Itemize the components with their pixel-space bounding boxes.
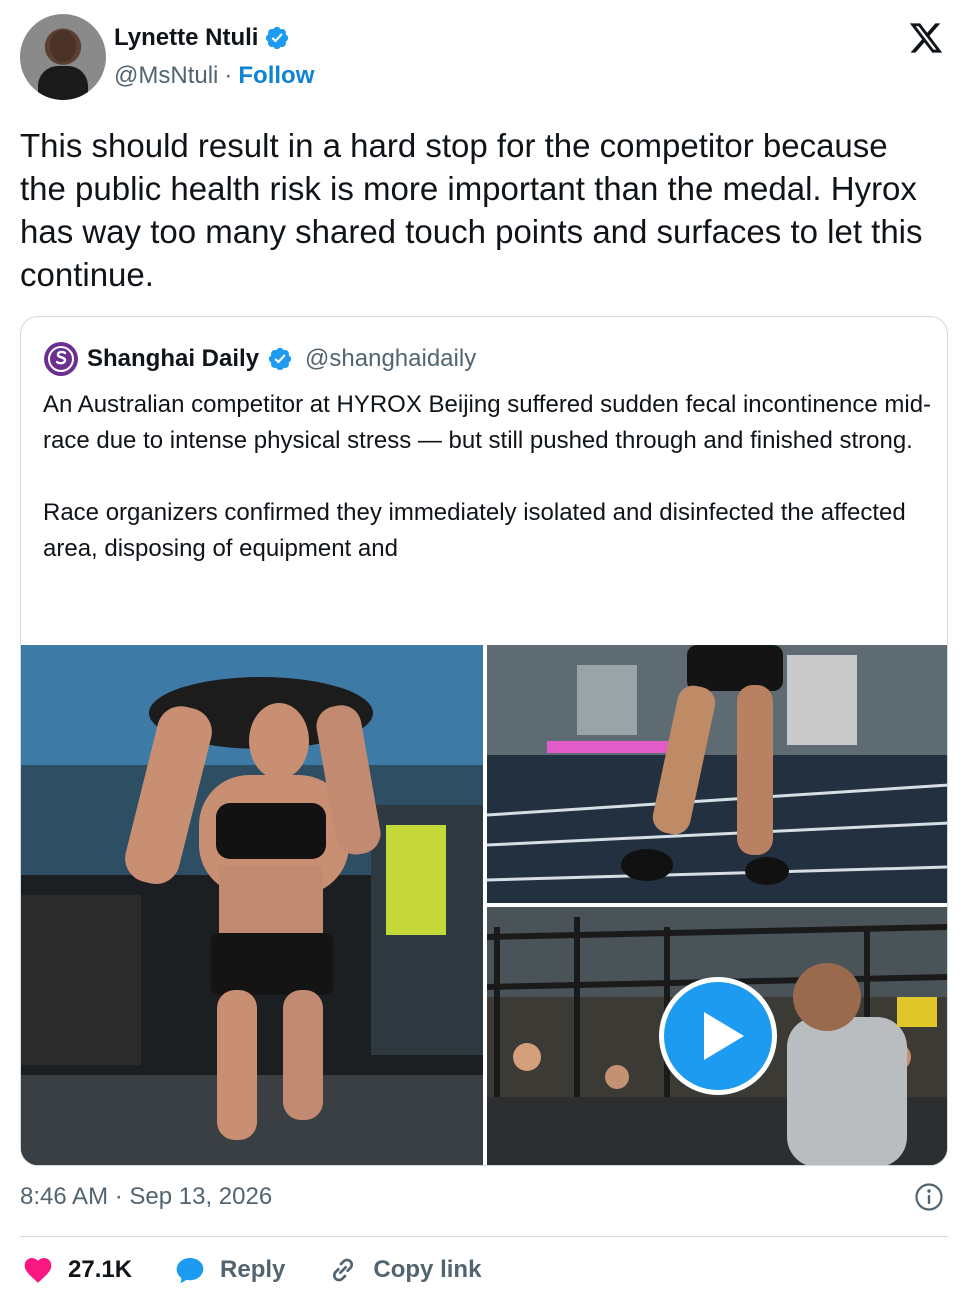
reply-bubble-icon <box>176 1258 204 1284</box>
media-video-hall[interactable] <box>487 907 947 1165</box>
media-photo-track[interactable] <box>487 645 947 903</box>
copy-link-label: Copy link <box>373 1256 482 1283</box>
quoted-display-name[interactable]: Shanghai Daily <box>87 345 259 373</box>
quoted-tweet-card[interactable]: Shanghai Daily @shanghaidaily An Austral… <box>20 316 948 1166</box>
author-avatar[interactable] <box>20 14 106 100</box>
heart-icon <box>24 1258 52 1283</box>
info-icon[interactable] <box>914 1182 944 1212</box>
author-handle-row: @MsNtuli · Follow <box>114 62 314 90</box>
athlete-illustration <box>21 645 483 1165</box>
copy-link-button[interactable]: Copy link <box>327 1254 481 1286</box>
avatar-torso <box>38 66 88 100</box>
shanghai-daily-logo-icon[interactable] <box>43 341 79 377</box>
reply-button[interactable]: Reply <box>174 1254 285 1286</box>
reply-label: Reply <box>220 1256 286 1283</box>
timestamp-row: 8:46 AM · Sep 13, 2026 <box>20 1182 952 1212</box>
author-name-row: Lynette Ntuli <box>114 24 290 52</box>
follow-button[interactable]: Follow <box>238 62 314 90</box>
separator-dot: · <box>224 62 233 89</box>
verified-badge-icon <box>266 26 289 50</box>
link-icon <box>333 1258 354 1282</box>
tweet-text: This should result in a hard stop for th… <box>20 127 923 293</box>
action-bar: 27.1K Reply Copy link <box>22 1254 523 1286</box>
author-display-name[interactable]: Lynette Ntuli <box>114 24 258 52</box>
quoted-handle[interactable]: @shanghaidaily <box>305 345 476 373</box>
tweet-timestamp[interactable]: 8:46 AM · Sep 13, 2026 <box>20 1183 272 1211</box>
avatar-head <box>50 30 76 62</box>
like-button[interactable]: 27.1K <box>22 1254 132 1286</box>
x-logo-icon[interactable] <box>908 20 944 56</box>
tweet-header: Lynette Ntuli @MsNtuli · Follow <box>20 14 952 104</box>
track-illustration <box>487 645 947 903</box>
divider <box>20 1236 948 1237</box>
author-handle[interactable]: @MsNtuli <box>114 62 218 90</box>
media-photo-athlete[interactable] <box>21 645 483 1165</box>
quoted-text: An Australian competitor at HYROX Beijin… <box>43 391 932 562</box>
quoted-verified-badge-icon <box>268 347 292 371</box>
like-count: 27.1K <box>68 1256 133 1283</box>
quoted-header: Shanghai Daily @shanghaidaily <box>43 341 476 377</box>
play-icon <box>704 1012 744 1060</box>
video-play-button[interactable] <box>659 977 777 1095</box>
media-grid <box>21 645 947 1165</box>
